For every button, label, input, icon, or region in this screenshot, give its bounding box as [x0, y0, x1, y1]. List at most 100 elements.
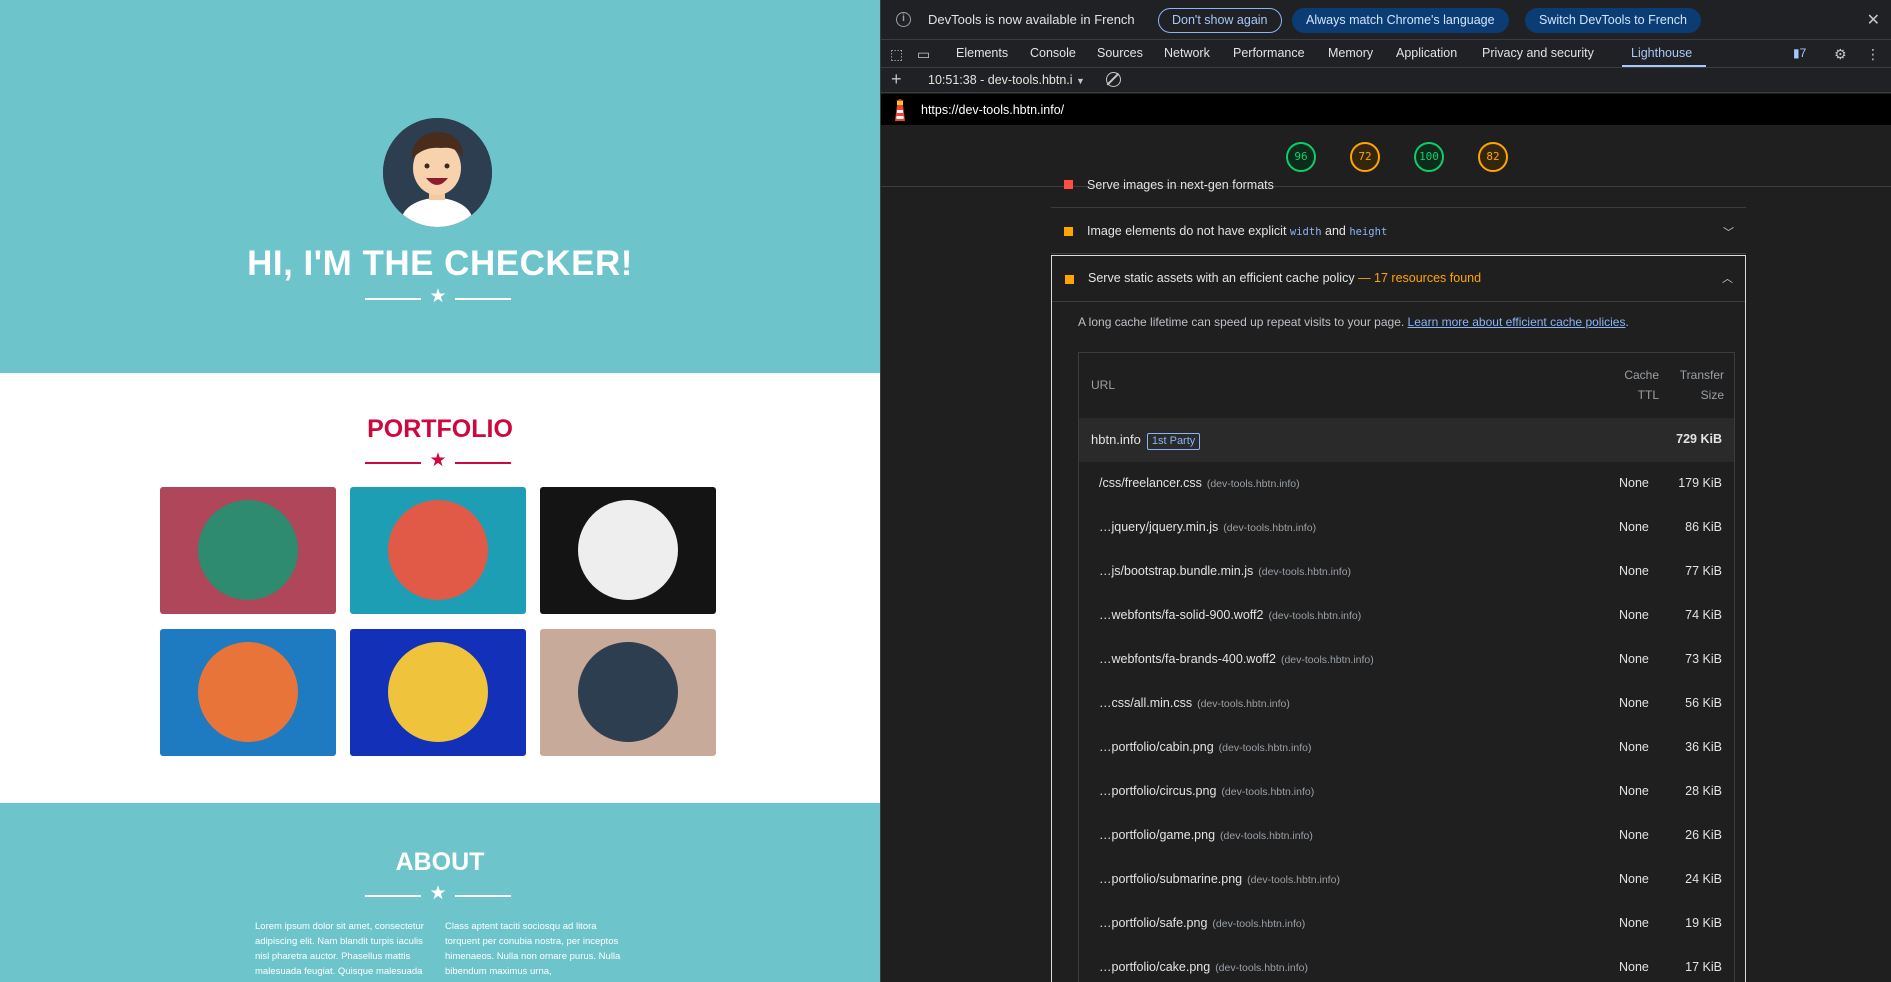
issues-counter[interactable]: ▮7	[1793, 46, 1806, 60]
close-icon[interactable]: ✕	[1867, 10, 1880, 30]
resource-transfer-size: 74 KiB	[1685, 608, 1722, 622]
tab-console[interactable]: Console	[1030, 46, 1076, 60]
audit-image-dimensions[interactable]: Image elements do not have explicit widt…	[1051, 208, 1746, 254]
resource-cache-ttl: None	[1619, 916, 1649, 930]
resource-transfer-size: 24 KiB	[1685, 872, 1722, 886]
tab-performance[interactable]: Performance	[1233, 46, 1305, 60]
entity-group-row: hbtn.info 1st Party 729 KiB	[1079, 418, 1734, 462]
resource-host: (dev-tools.hbtn.info)	[1218, 742, 1312, 754]
active-tab-indicator	[1622, 65, 1706, 67]
cache-resources-table: URL Cache TTL Transfer Size hbtn.info 1st P…	[1078, 352, 1735, 982]
tab-memory[interactable]: Memory	[1328, 46, 1373, 60]
tab-privacy-security[interactable]: Privacy and security	[1482, 46, 1594, 60]
new-report-plus-icon[interactable]: +	[891, 69, 902, 90]
table-row: /css/freelancer.css (dev-tools.hbtn.info)…	[1079, 462, 1734, 506]
portfolio-tile-circus[interactable]	[540, 487, 716, 614]
clear-reports-icon[interactable]	[1106, 72, 1121, 87]
resource-cache-ttl: None	[1619, 784, 1649, 798]
resource-url[interactable]: …js/bootstrap.bundle.min.js (dev-tools.hb…	[1099, 564, 1351, 578]
resource-cache-ttl: None	[1619, 608, 1649, 622]
resource-host: (dev-tools.hbtn.info)	[1223, 522, 1317, 534]
infobar-message: DevTools is now available in French	[928, 12, 1135, 27]
resource-url[interactable]: …portfolio/cabin.png (dev-tools.hbtn.info…	[1099, 740, 1311, 754]
inspect-element-icon[interactable]: ⬚	[890, 46, 903, 63]
table-row: …webfonts/fa-solid-900.woff2 (dev-tools.h…	[1079, 594, 1734, 638]
resource-url[interactable]: …jquery/jquery.min.js (dev-tools.hbtn.inf…	[1099, 520, 1316, 534]
table-row: …portfolio/cake.png (dev-tools.hbtn.info)…	[1079, 946, 1734, 982]
cake-icon	[388, 500, 488, 600]
audit-title: Image elements do not have explicit widt…	[1087, 224, 1388, 238]
about-text-left: Lorem ipsum dolor sit amet, consectetur …	[255, 921, 424, 977]
resource-url[interactable]: …portfolio/circus.png (dev-tools.hbtn.inf…	[1099, 784, 1314, 798]
resource-transfer-size: 17 KiB	[1685, 960, 1722, 974]
resource-transfer-size: 73 KiB	[1685, 652, 1722, 666]
devtools-panel: i DevTools is now available in French Do…	[880, 0, 1891, 982]
resource-host: (dev-tools.hbtn.info)	[1215, 962, 1308, 974]
resource-url[interactable]: …portfolio/safe.png (dev-tools.hbtn.info)	[1099, 916, 1305, 930]
learn-more-link[interactable]: Learn more about efficient cache policie…	[1408, 315, 1626, 329]
resource-url[interactable]: …portfolio/submarine.png (dev-tools.hbtn.…	[1099, 872, 1340, 886]
resource-host: (dev-tools.hbtn.info)	[1268, 610, 1362, 622]
portfolio-tile-cake[interactable]	[350, 487, 526, 614]
tab-lighthouse[interactable]: Lighthouse	[1631, 46, 1692, 60]
chevron-down-icon: ▼	[1076, 76, 1085, 86]
resource-host: (dev-tools.hbtn.info)	[1280, 654, 1374, 666]
resource-transfer-size: 36 KiB	[1685, 740, 1722, 754]
resource-host: (dev-tools.hbtn.info)	[1258, 566, 1352, 578]
resource-cache-ttl: None	[1619, 476, 1649, 490]
resource-url[interactable]: …portfolio/cake.png (dev-tools.hbtn.info)	[1099, 960, 1308, 974]
star-icon: ★	[429, 883, 447, 904]
about-section: ABOUT ★ Lorem ipsum dolor sit amet, cons…	[0, 803, 880, 982]
switch-to-french-button[interactable]: Switch DevTools to French	[1525, 8, 1701, 33]
circus-icon	[578, 500, 678, 600]
resource-url[interactable]: /css/freelancer.css (dev-tools.hbtn.info)	[1099, 476, 1300, 490]
device-toolbar-icon[interactable]: ▭	[917, 46, 930, 63]
resource-url[interactable]: …webfonts/fa-brands-400.woff2 (dev-tools.…	[1099, 652, 1374, 666]
resource-url[interactable]: …portfolio/game.png (dev-tools.hbtn.info)	[1099, 828, 1313, 842]
report-url[interactable]: https://dev-tools.hbtn.info/	[921, 103, 1064, 117]
warn-marker	[1064, 227, 1073, 236]
hero-divider: ★	[365, 287, 511, 309]
table-row: …portfolio/circus.png (dev-tools.hbtn.inf…	[1079, 770, 1734, 814]
audit-title: Serve static assets with an efficient ca…	[1088, 271, 1482, 285]
portfolio-tile-safe[interactable]	[350, 629, 526, 756]
language-infobar: i DevTools is now available in French Do…	[881, 0, 1891, 40]
resources-found: — 17 resources found	[1358, 271, 1482, 285]
portfolio-title: PORTFOLIO	[367, 415, 513, 443]
resource-transfer-size: 56 KiB	[1685, 696, 1722, 710]
report-selector[interactable]: 10:51:38 - dev-tools.hbtn.i ▼	[928, 73, 1085, 87]
portfolio-tile-game[interactable]	[160, 629, 336, 756]
warn-marker	[1065, 275, 1074, 284]
chevron-up-icon[interactable]: ︿	[1722, 270, 1733, 286]
always-match-language-button[interactable]: Always match Chrome's language	[1292, 8, 1509, 33]
tab-elements[interactable]: Elements	[956, 46, 1008, 60]
game-icon	[198, 642, 298, 742]
resource-cache-ttl: None	[1619, 740, 1649, 754]
portfolio-tile-submarine[interactable]	[540, 629, 716, 756]
resource-cache-ttl: None	[1619, 652, 1649, 666]
settings-gear-icon[interactable]: ⚙	[1834, 46, 1847, 63]
tab-sources[interactable]: Sources	[1097, 46, 1143, 60]
tab-network[interactable]: Network	[1164, 46, 1210, 60]
resource-url[interactable]: …css/all.min.css (dev-tools.hbtn.info)	[1099, 696, 1290, 710]
resource-url[interactable]: …webfonts/fa-solid-900.woff2 (dev-tools.h…	[1099, 608, 1361, 622]
tab-application[interactable]: Application	[1396, 46, 1457, 60]
resource-transfer-size: 28 KiB	[1685, 784, 1722, 798]
website-viewport: HI, I'M THE CHECKER! ★ PORTFOLIO ★ ABOUT…	[0, 0, 880, 982]
audit-next-gen-formats[interactable]: Serve images in next-gen formats	[1051, 162, 1746, 208]
resource-cache-ttl: None	[1619, 960, 1649, 974]
chevron-down-icon[interactable]: ﹀	[1723, 224, 1734, 240]
fail-marker	[1064, 180, 1073, 189]
table-row: …css/all.min.css (dev-tools.hbtn.info) Non…	[1079, 682, 1734, 726]
entity-name: hbtn.info	[1091, 432, 1141, 447]
table-row: …jquery/jquery.min.js (dev-tools.hbtn.inf…	[1079, 506, 1734, 550]
resource-cache-ttl: None	[1619, 828, 1649, 842]
audit-cache-header[interactable]: Serve static assets with an efficient ca…	[1052, 256, 1745, 302]
portfolio-tile-cabin[interactable]	[160, 487, 336, 614]
more-options-icon[interactable]: ⋮	[1866, 46, 1880, 63]
resource-host: (dev-tools.hbtn.info)	[1212, 918, 1306, 930]
table-row: …portfolio/safe.png (dev-tools.hbtn.info)…	[1079, 902, 1734, 946]
dont-show-again-button[interactable]: Don't show again	[1158, 8, 1282, 33]
first-party-badge: 1st Party	[1146, 433, 1201, 450]
about-text-right: Class aptent taciti sociosqu ad litora t…	[445, 921, 621, 977]
